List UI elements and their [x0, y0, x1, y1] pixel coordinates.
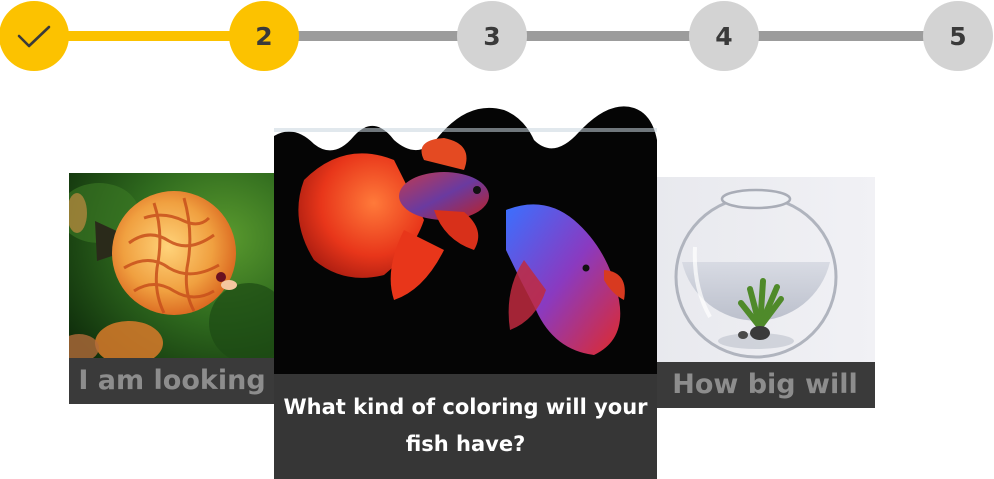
questionnaire-stage: 2 3 4 5 I am looking How big will What k… [0, 0, 994, 479]
discus-fish-image [69, 173, 275, 365]
betta-fish-image [274, 100, 657, 375]
check-icon [17, 24, 51, 48]
card-next-question[interactable]: How big will [655, 177, 875, 408]
step-2-label: 2 [255, 21, 273, 51]
progress-stepper: 2 3 4 5 [0, 0, 994, 72]
step-2-current[interactable]: 2 [229, 1, 299, 71]
step-1-completed[interactable] [0, 1, 69, 71]
step-5-label: 5 [949, 21, 967, 51]
card-current-question[interactable]: What kind of coloring will your fish hav… [274, 100, 657, 479]
step-3-label: 3 [483, 21, 501, 51]
card-previous-question[interactable]: I am looking [69, 173, 275, 404]
step-4-label: 4 [715, 21, 733, 51]
step-5[interactable]: 5 [923, 1, 993, 71]
fishbowl-image [655, 177, 875, 362]
step-3[interactable]: 3 [457, 1, 527, 71]
step-4[interactable]: 4 [689, 1, 759, 71]
card-caption-current: What kind of coloring will your fish hav… [274, 374, 657, 479]
card-caption-next: How big will [655, 362, 875, 408]
card-caption-previous: I am looking [69, 358, 275, 404]
